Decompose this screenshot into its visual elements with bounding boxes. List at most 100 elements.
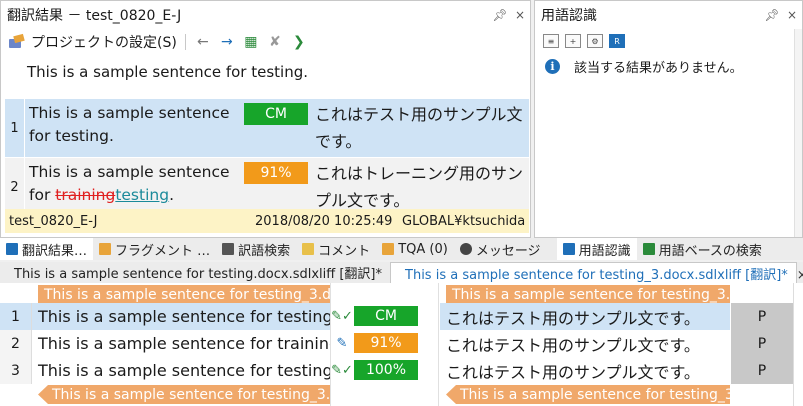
segment-row[interactable]: 1 This is a sample sentence for testing.… bbox=[0, 303, 803, 330]
result-row[interactable]: 1 This is a sample sentence for testing.… bbox=[5, 99, 529, 158]
termbase-search-icon bbox=[642, 243, 655, 255]
result-target: これはテスト用のサンプル文です。 bbox=[315, 105, 523, 151]
term-title: 用語認識 bbox=[541, 8, 597, 24]
close-icon[interactable]: × bbox=[797, 268, 803, 283]
binoculars-icon bbox=[222, 243, 235, 255]
pin-icon[interactable]: 📌︎ bbox=[762, 8, 782, 22]
result-target: これはトレーニング用のサンプル文です。 bbox=[315, 164, 524, 210]
tab-messages[interactable]: メッセージ bbox=[454, 238, 547, 260]
project-settings-icon bbox=[9, 33, 25, 49]
delete-translation-icon[interactable]: ✘ bbox=[266, 34, 284, 50]
segment-status: 91% bbox=[354, 333, 418, 353]
tm-name: test_0820_E-J bbox=[9, 213, 98, 229]
segment-target[interactable]: これはテスト用のサンプル文です。 bbox=[440, 330, 730, 357]
term-recognition-panel: 用語認識 📌︎ × ≡ + ⚙ R i 該当する結果がありません。 bbox=[534, 0, 803, 238]
segment-source: This is a sample sentence for testing. bbox=[32, 303, 330, 330]
tab-label: 訳語検索 bbox=[238, 243, 291, 259]
segment-status: CM bbox=[354, 306, 418, 326]
current-source-text: This is a sample sentence for testing. bbox=[27, 63, 309, 81]
tab-gap bbox=[547, 238, 557, 260]
no-results-text: 該当する結果がありません。 bbox=[574, 61, 743, 76]
tab-label: フラグメント … bbox=[115, 243, 211, 259]
document-tab[interactable]: This is a sample sentence for testing.do… bbox=[0, 262, 390, 283]
paragraph-marker: P bbox=[731, 303, 793, 330]
warning-icon bbox=[459, 243, 472, 255]
term-titlebar: 用語認識 📌︎ × bbox=[535, 1, 802, 29]
editor-grid: This is a sample sentence for testing_3.… bbox=[0, 283, 803, 406]
tab-concordance[interactable]: 訳語検索 bbox=[216, 238, 296, 260]
segment-number: 1 bbox=[0, 303, 32, 330]
segment-number: 3 bbox=[0, 357, 32, 384]
results-title: 翻訳結果 － test_0820_E-J bbox=[7, 8, 182, 24]
result-source: This is a sample sentence for trainingte… bbox=[25, 158, 241, 216]
chevron-right-icon[interactable]: ❯ bbox=[290, 34, 308, 50]
tag-start: This is a sample sentence for testing_3.… bbox=[38, 285, 330, 304]
draft-icon: ✎ bbox=[336, 336, 348, 351]
results-toolbar: プロジェクトの設定(S) ← → ▦ ✘ ❯ bbox=[1, 29, 530, 55]
fragment-icon bbox=[99, 243, 112, 255]
translation-results-panel: 翻訳結果 － test_0820_E-J 📌︎ × プロジェクトの設定(S) ←… bbox=[0, 0, 531, 238]
translation-results-icon bbox=[6, 243, 18, 255]
segment-status: 100% bbox=[354, 360, 418, 380]
match-badge: CM bbox=[244, 103, 308, 125]
tab-label: メッセージ bbox=[475, 243, 541, 259]
segment-row[interactable]: 3 This is a sample sentence for testing.… bbox=[0, 357, 803, 384]
tab-termbase-search[interactable]: 用語ベースの検索 bbox=[637, 238, 768, 260]
info-icon: i bbox=[545, 59, 560, 74]
result-source: This is a sample sentence for testing. bbox=[29, 104, 230, 145]
result-row-number: 2 bbox=[5, 158, 25, 216]
segment-target[interactable]: これはテスト用のサンプル文です。 bbox=[440, 357, 730, 384]
tab-fragment[interactable]: フラグメント … bbox=[93, 238, 216, 260]
column-divider bbox=[438, 283, 439, 406]
deleted-text: training bbox=[55, 186, 116, 204]
results-table: 1 This is a sample sentence for testing.… bbox=[5, 99, 529, 217]
termbase-icon[interactable]: R bbox=[609, 34, 625, 48]
arrow-left-icon[interactable]: ← bbox=[194, 34, 212, 50]
arrow-right-icon[interactable]: → bbox=[218, 34, 236, 50]
paragraph-marker: P bbox=[731, 330, 793, 357]
tm-user: GLOBAL¥ktsuchida bbox=[402, 213, 526, 229]
document-tab-active[interactable]: This is a sample sentence for testing_3.… bbox=[390, 262, 797, 283]
confirmed-icon: ✎✓ bbox=[331, 363, 353, 378]
term-toolbar: ≡ + ⚙ R bbox=[535, 29, 802, 53]
panel-tab-bar: 翻訳結果… フラグメント … 訳語検索 コメント TQA (0) メッセージ 用… bbox=[0, 238, 803, 260]
result-badge-cell: CM bbox=[241, 99, 311, 157]
tab-label: 用語認識 bbox=[578, 243, 631, 259]
result-row-number: 1 bbox=[5, 99, 25, 157]
tag-end: This is a sample sentence for testing_3.… bbox=[38, 385, 330, 404]
result-status-bar: test_0820_E-J 2018/08/20 10:25:49 GLOBAL… bbox=[5, 209, 529, 233]
pin-icon[interactable]: 📌︎ bbox=[490, 8, 510, 22]
segment-target[interactable]: これはテスト用のサンプル文です。 bbox=[440, 303, 730, 330]
results-titlebar: 翻訳結果 － test_0820_E-J 📌︎ × bbox=[1, 1, 530, 29]
close-icon[interactable]: × bbox=[510, 8, 530, 22]
project-settings-button[interactable]: プロジェクトの設定(S) bbox=[31, 32, 177, 52]
segment-row[interactable]: 2 This is a sample sentence for training… bbox=[0, 330, 803, 357]
app-root: 翻訳結果 － test_0820_E-J 📌︎ × プロジェクトの設定(S) ←… bbox=[0, 0, 803, 406]
tab-tqa[interactable]: TQA (0) bbox=[376, 238, 454, 260]
tab-label: 用語ベースの検索 bbox=[658, 243, 762, 259]
term-settings-icon[interactable]: ⚙ bbox=[587, 34, 603, 48]
tm-date: 2018/08/20 10:25:49 bbox=[255, 213, 393, 229]
document-tab-bar: This is a sample sentence for testing.do… bbox=[0, 262, 803, 283]
close-icon[interactable]: × bbox=[782, 8, 802, 22]
tqa-icon bbox=[382, 243, 395, 255]
add-term-icon[interactable]: + bbox=[565, 34, 581, 48]
tab-comments[interactable]: コメント bbox=[296, 238, 376, 260]
paragraph-marker: P bbox=[731, 357, 793, 384]
match-badge: 91% bbox=[244, 162, 308, 184]
inserted-text: testing bbox=[115, 186, 170, 204]
termbase-icon bbox=[562, 243, 575, 255]
tag-start: This is a sample sentence for testing_3.… bbox=[446, 285, 730, 304]
tab-label: 翻訳結果… bbox=[22, 243, 88, 259]
tab-translation-results[interactable]: 翻訳結果… bbox=[0, 238, 94, 260]
tab-label: コメント bbox=[318, 243, 371, 259]
term-scrollbar[interactable] bbox=[794, 29, 802, 237]
column-divider bbox=[330, 283, 331, 406]
termbase-view-icon[interactable]: ≡ bbox=[543, 34, 559, 48]
apply-translation-icon[interactable]: ▦ bbox=[242, 34, 260, 50]
term-message: i 該当する結果がありません。 bbox=[535, 53, 802, 76]
toolbar-separator bbox=[184, 34, 186, 50]
segment-number: 2 bbox=[0, 330, 32, 357]
editor-scrollbar[interactable] bbox=[793, 283, 803, 406]
tab-term-recognition[interactable]: 用語認識 bbox=[556, 238, 637, 260]
